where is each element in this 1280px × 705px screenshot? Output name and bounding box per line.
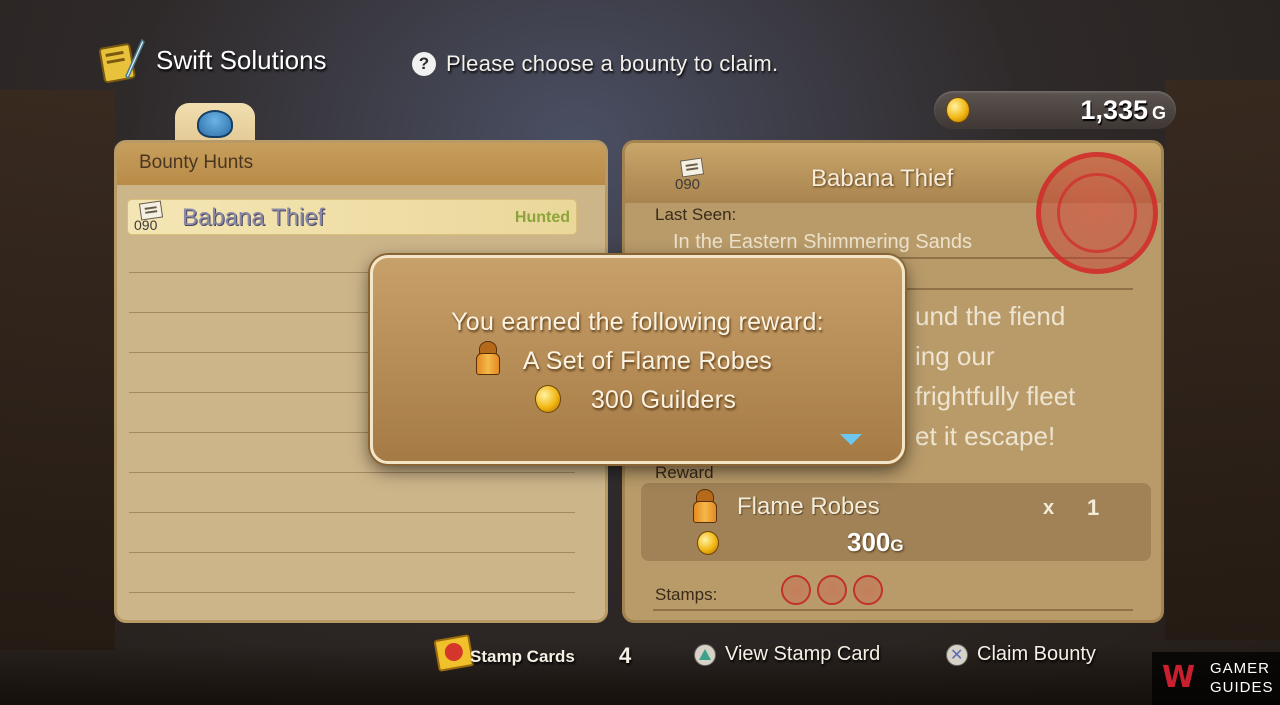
gold-counter: 1,335 G [934, 91, 1176, 129]
last-seen-label: Last Seen: [655, 205, 737, 224]
reward-dialog-item: A Set of Flame Robes [522, 347, 773, 375]
stamps-label: Stamps: [655, 585, 718, 604]
bounty-list-heading: Bounty Hunts [117, 143, 605, 185]
reward-gold: 300G [847, 527, 904, 557]
description-line: frightfully fleet [915, 381, 1076, 411]
gold-amount: 1,335 [1080, 95, 1148, 125]
stamp-cards-count: 4 [619, 643, 632, 668]
stamp-cards-label: Stamp Cards [470, 647, 575, 666]
description-line: et it escape! [915, 421, 1056, 451]
watermark: W GAMER GUIDES [1152, 652, 1280, 705]
stamp-icon [781, 575, 811, 605]
bounty-paper-icon [679, 157, 705, 178]
gamer-guides-logo-icon: W [1162, 660, 1196, 695]
stamp-icon [853, 575, 883, 605]
reward-dialog-heading: You earned the following reward: [451, 308, 824, 336]
detail-number: 090 [675, 176, 701, 193]
background-bookshelf-left [0, 90, 115, 650]
description-line: und the fiend [915, 301, 1066, 331]
quest-book-icon [98, 38, 145, 84]
page-title: Swift Solutions [156, 45, 327, 75]
question-circle-icon: ? [412, 52, 436, 76]
stamp-icon [817, 575, 847, 605]
triangle-button-icon [694, 644, 716, 666]
robe-icon [693, 489, 717, 523]
reward-dialog-gold: 300 Guilders [590, 386, 737, 414]
claim-bounty-button[interactable]: Claim Bounty [977, 643, 1096, 666]
help-prompt: Please choose a bounty to claim. [446, 51, 779, 76]
reward-multiplier: x [1043, 497, 1055, 519]
bounty-status-badge: Hunted [514, 209, 570, 226]
description-line: ing our [915, 341, 995, 371]
last-seen-value: In the Eastern Shimmering Sands [673, 231, 973, 253]
detail-title: Babana Thief [811, 165, 954, 192]
divider [653, 609, 1133, 611]
reward-item-name: Flame Robes [737, 493, 880, 520]
bounty-name: Babana Thief [182, 204, 325, 231]
watermark-line: GUIDES [1210, 679, 1274, 696]
watermark-line: GAMER [1210, 660, 1271, 677]
gold-unit: G [1151, 103, 1166, 123]
view-stamp-card-button[interactable]: View Stamp Card [725, 643, 880, 666]
hunted-stamp-icon [1036, 152, 1158, 274]
reward-box: Flame Robes x 1 300G [641, 483, 1151, 561]
bounty-list-item[interactable]: 090 Babana Thief Hunted [127, 199, 577, 235]
coin-icon [946, 97, 970, 123]
background-bookshelf-right [1165, 80, 1280, 640]
bounty-number: 090 [134, 217, 158, 233]
cross-button-icon: ✕ [946, 644, 968, 666]
reward-label: Reward [655, 463, 714, 482]
reward-dialog[interactable]: You earned the following reward: A Set o… [370, 255, 905, 464]
slime-icon [197, 110, 233, 138]
coin-icon [697, 531, 719, 555]
continue-arrow-icon[interactable] [840, 434, 862, 445]
reward-quantity: 1 [1087, 495, 1100, 520]
stamp-card-icon [433, 634, 475, 672]
